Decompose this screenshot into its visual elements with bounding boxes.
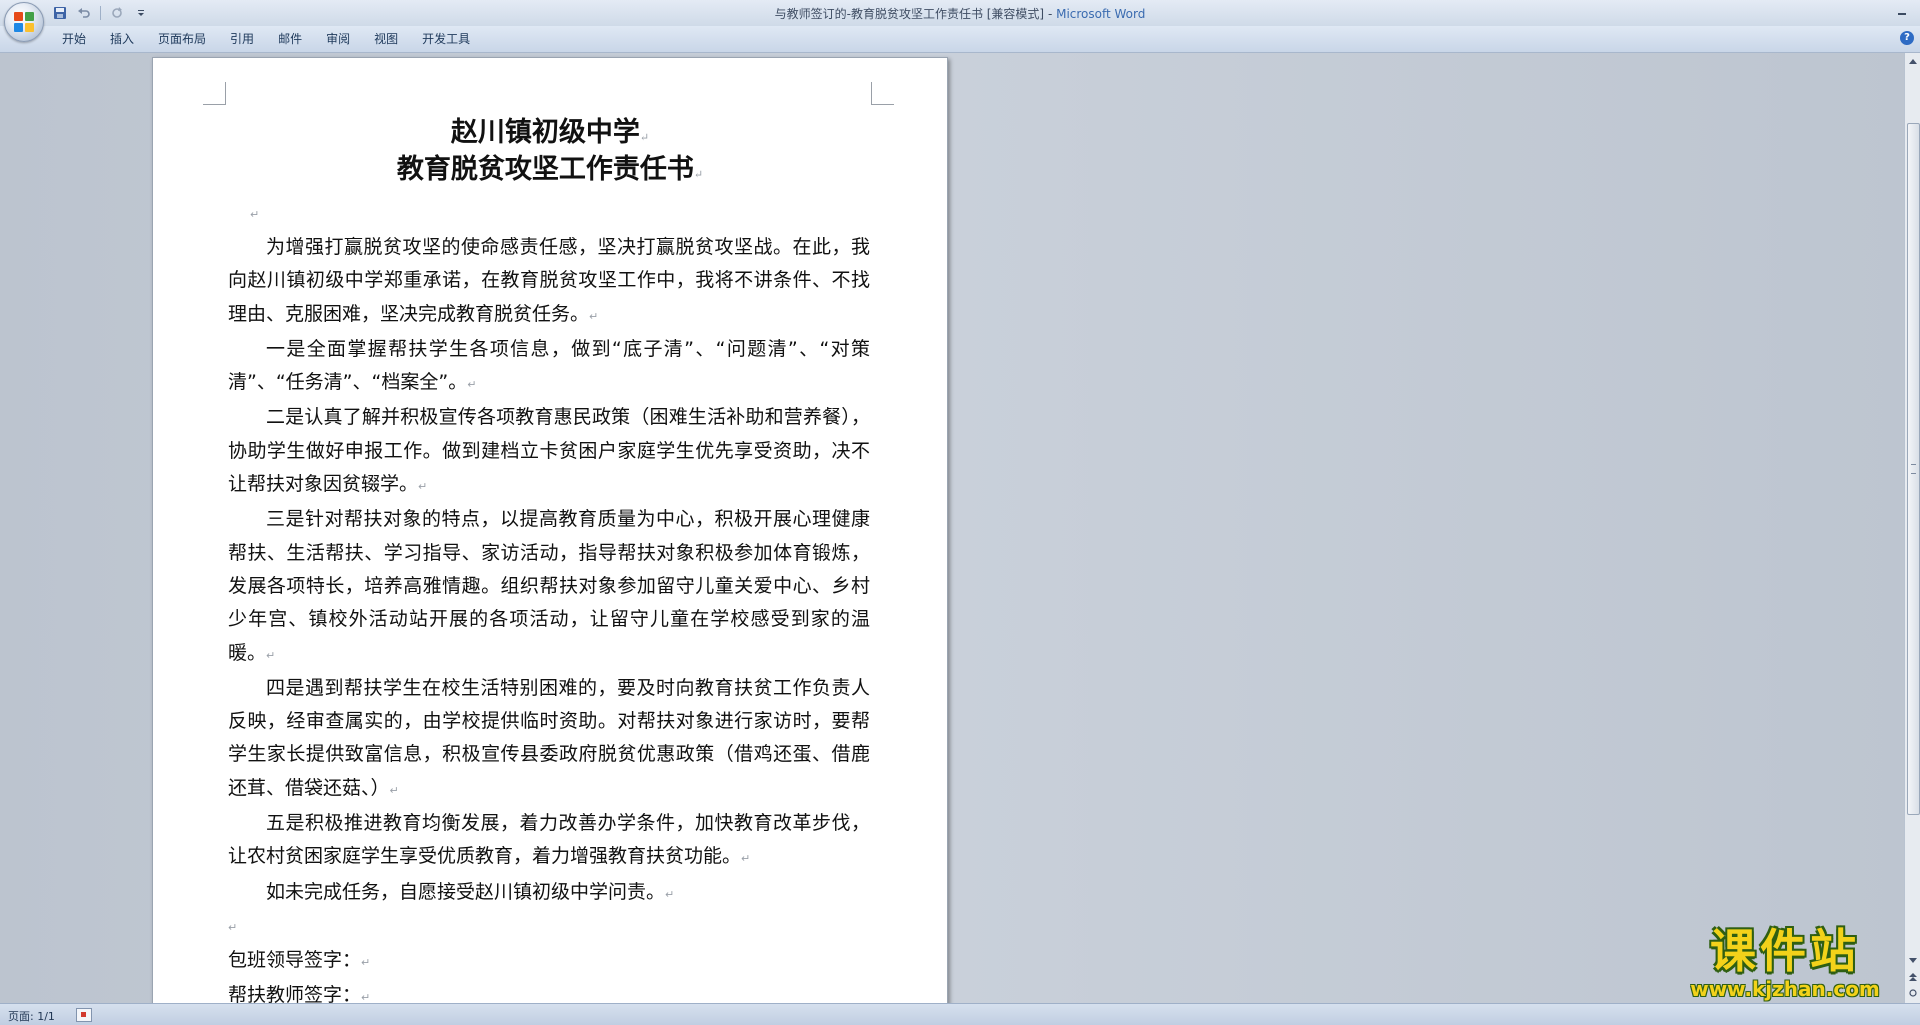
paragraph-mark-icon: ↵ xyxy=(361,955,371,969)
title-bar: 与教师签订的-教育脱贫攻坚工作责任书 [兼容模式] - Microsoft Wo… xyxy=(0,0,1920,27)
body-paragraph-text: 三是针对帮扶对象的特点，以提高教育质量为中心，积极开展心理健康帮扶、生活帮扶、学… xyxy=(228,508,870,664)
body-paragraph-text: 一是全面掌握帮扶学生各项信息，做到“底子清”、“问题清”、“对策清”、“任务清”… xyxy=(228,337,870,394)
paragraph-mark-icon: ↵ xyxy=(467,378,477,392)
office-logo-icon xyxy=(14,12,34,32)
body-paragraph-text: 为增强打赢脱贫攻坚的使命感责任感，坚决打赢脱贫攻坚战。在此，我向赵川镇初级中学郑… xyxy=(228,236,870,325)
arrow-down-icon[interactable] xyxy=(1905,953,1920,969)
signature-leader: 包班领导签字：↵ xyxy=(228,944,870,979)
scrollbar-thumb[interactable] xyxy=(1907,123,1920,815)
paragraph-mark-icon: ↵ xyxy=(389,783,399,797)
tab-review[interactable]: 审阅 xyxy=(314,26,362,52)
scrollbar-grip xyxy=(1911,464,1916,474)
previous-page-icon[interactable] xyxy=(1905,969,1920,985)
status-page-count[interactable]: 页面: 1/1 xyxy=(8,1008,55,1024)
watermark-text: 课件站 xyxy=(1710,924,1860,978)
tab-home[interactable]: 开始 xyxy=(50,26,98,52)
select-browse-object-icon[interactable] xyxy=(1905,985,1920,1001)
help-icon[interactable]: ? xyxy=(1900,31,1914,45)
body-paragraph-1: 一是全面掌握帮扶学生各项信息，做到“底子清”、“问题清”、“对策清”、“任务清”… xyxy=(228,333,870,402)
tab-insert[interactable]: 插入 xyxy=(98,26,146,52)
ribbon-tabs: 开始 插入 页面布局 引用 邮件 审阅 视图 开发工具 xyxy=(50,26,482,52)
body-paragraph-6: 如未完成任务，自愿接受赵川镇初级中学问责。↵ xyxy=(228,876,870,911)
doc-title-heading: 教育脱贫攻坚工作责任书↵ xyxy=(153,147,947,186)
body-paragraph-4: 四是遇到帮扶学生在校生活特别困难的，要及时向教育扶贫工作负责人反映，经审查属实的… xyxy=(228,672,870,807)
doc-title-school-text: 赵川镇初级中学 xyxy=(450,117,640,148)
paragraph-mark-icon: ↵ xyxy=(228,920,238,934)
watermark-logo: 课件站 www.kjzhan.com xyxy=(1665,925,1905,1003)
crop-mark-top-left xyxy=(203,82,226,105)
paragraph-mark-icon: ↵ xyxy=(418,480,428,494)
ribbon: 开始 插入 页面布局 引用 邮件 审阅 视图 开发工具 ? xyxy=(0,26,1920,53)
paragraph-mark-icon: ↵ xyxy=(693,168,704,181)
tab-references[interactable]: 引用 xyxy=(218,26,266,52)
paragraph-mark-icon: ↵ xyxy=(639,131,650,144)
body-paragraph-3: 三是针对帮扶对象的特点，以提高教育质量为中心，积极开展心理健康帮扶、生活帮扶、学… xyxy=(228,503,870,671)
minimize-icon[interactable] xyxy=(1890,2,1914,20)
office-button[interactable] xyxy=(4,2,44,42)
body-paragraph-text: 四是遇到帮扶学生在校生活特别困难的，要及时向教育扶贫工作负责人反映，经审查属实的… xyxy=(228,676,870,799)
body-paragraph-text: 如未完成任务，自愿接受赵川镇初级中学问责。 xyxy=(266,880,666,903)
body-paragraph-text: 五是积极推进教育均衡发展，着力改善办学条件，加快教育改革步伐，让农村贫困家庭学生… xyxy=(228,812,870,868)
crop-mark-top-right xyxy=(871,82,894,105)
body-paragraph-intro: 为增强打赢脱贫攻坚的使命感责任感，坚决打赢脱贫攻坚战。在此，我向赵川镇初级中学郑… xyxy=(228,231,870,333)
tab-developer[interactable]: 开发工具 xyxy=(410,26,482,52)
body-paragraph-5: 五是积极推进教育均衡发展，着力改善办学条件，加快教育改革步伐，让农村贫困家庭学生… xyxy=(228,807,870,876)
title-separator: - xyxy=(1044,7,1057,21)
signature-teacher-label: 帮扶教师签字： xyxy=(228,984,362,1003)
paragraph-mark-icon: ↵ xyxy=(665,887,675,901)
tab-view[interactable]: 视图 xyxy=(362,26,410,52)
paragraph-mark-icon: ↵ xyxy=(589,309,599,323)
app-name: Microsoft Word xyxy=(1056,7,1146,21)
signature-teacher: 帮扶教师签字：↵ xyxy=(228,979,870,1003)
window-controls xyxy=(1890,2,1914,20)
document-area[interactable]: 赵川镇初级中学↵ 教育脱贫攻坚工作责任书↵ ↵ 为增强打赢脱贫攻坚的使命感责任感… xyxy=(0,53,1904,1003)
vertical-scrollbar[interactable] xyxy=(1904,53,1920,1003)
doc-title-school: 赵川镇初级中学↵ xyxy=(153,110,947,149)
paragraph-mark-icon: ↵ xyxy=(361,991,371,1003)
paragraph-mark-icon: ↵ xyxy=(250,208,260,221)
document-page[interactable]: 赵川镇初级中学↵ 教育脱贫攻坚工作责任书↵ ↵ 为增强打赢脱贫攻坚的使命感责任感… xyxy=(152,57,948,1003)
document-body: ↵ 为增强打赢脱贫攻坚的使命感责任感，坚决打赢脱贫攻坚战。在此，我向赵川镇初级中… xyxy=(228,208,870,1003)
body-paragraph-text: 二是认真了解并积极宣传各项教育惠民政策（困难生活补助和营养餐），协助学生做好申报… xyxy=(228,406,870,496)
arrow-up-icon[interactable] xyxy=(1905,53,1920,69)
proofing-status-icon[interactable] xyxy=(76,1008,92,1022)
paragraph-mark-icon: ↵ xyxy=(266,648,276,662)
watermark-url: www.kjzhan.com xyxy=(1690,977,1880,1001)
signature-leader-label: 包班领导签字： xyxy=(228,948,362,971)
status-bar: 页面: 1/1 xyxy=(0,1003,1920,1025)
window-title: 与教师签订的-教育脱贫攻坚工作责任书 [兼容模式] - Microsoft Wo… xyxy=(0,5,1920,22)
tab-page-layout[interactable]: 页面布局 xyxy=(146,26,218,52)
doc-title-heading-text: 教育脱贫攻坚工作责任书 xyxy=(396,154,694,185)
document-title: 与教师签订的-教育脱贫攻坚工作责任书 [兼容模式] xyxy=(774,7,1045,21)
paragraph-mark-icon: ↵ xyxy=(741,852,751,866)
body-paragraph-2: 二是认真了解并积极宣传各项教育惠民政策（困难生活补助和营养餐），协助学生做好申报… xyxy=(228,401,870,503)
tab-mailings[interactable]: 邮件 xyxy=(266,26,314,52)
